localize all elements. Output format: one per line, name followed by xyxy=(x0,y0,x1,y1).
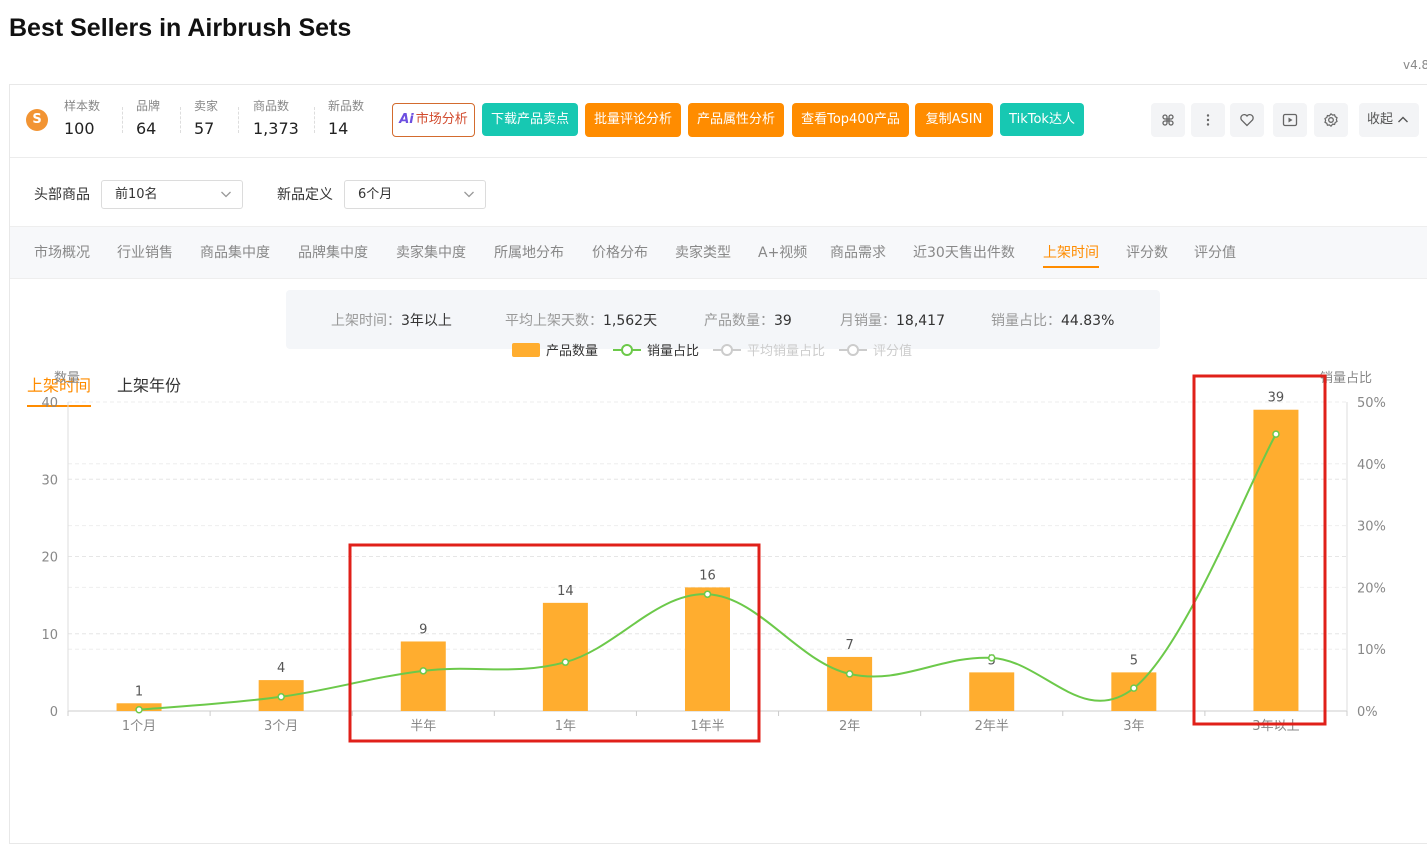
summary-key: 销量占比： xyxy=(991,313,1061,329)
tab-location-distribution[interactable]: 所属地分布 xyxy=(494,242,564,262)
download-selling-points-button[interactable]: 下载产品卖点 xyxy=(482,103,578,136)
ai-icon: Ai xyxy=(399,112,414,127)
tab-brand-concentration[interactable]: 品牌集中度 xyxy=(298,242,368,262)
chevron-down-icon xyxy=(221,191,231,198)
stat-label: 商品数 xyxy=(253,99,290,113)
head-products-select[interactable]: 前10名 xyxy=(101,180,243,209)
more-options-icon[interactable] xyxy=(1191,103,1225,137)
summary-value: 18,417 xyxy=(896,313,945,329)
summary-value: 39 xyxy=(774,313,792,329)
select-value: 6个月 xyxy=(358,187,393,202)
stat-samples: 样本数 100 xyxy=(64,97,100,138)
stat-value: 1,373 xyxy=(253,119,299,138)
divider xyxy=(314,107,315,133)
top400-products-button[interactable]: 查看Top400产品 xyxy=(792,103,909,137)
tab-product-concentration[interactable]: 商品集中度 xyxy=(200,242,270,262)
summary-value: 44.83% xyxy=(1061,313,1115,329)
stat-brands: 品牌 64 xyxy=(136,97,160,138)
new-product-def-select[interactable]: 6个月 xyxy=(344,180,486,209)
stat-value: 100 xyxy=(64,119,95,138)
tab-seller-type[interactable]: 卖家类型 xyxy=(675,242,731,262)
video-play-icon[interactable] xyxy=(1273,103,1307,137)
stat-value: 64 xyxy=(136,119,157,138)
chevron-down-icon xyxy=(464,191,474,198)
summary-key: 产品数量： xyxy=(704,313,774,329)
summary-key: 上架时间： xyxy=(331,313,401,329)
summary-box: 上架时间：3年以上 平均上架天数：1,562天 产品数量：39 月销量：18,4… xyxy=(286,290,1160,349)
stat-value: 14 xyxy=(328,119,349,138)
summary-key: 月销量： xyxy=(840,313,896,329)
subtab-listing-time[interactable]: 上架时间 xyxy=(27,372,92,407)
divider xyxy=(238,107,239,133)
stat-label: 卖家 xyxy=(194,99,219,113)
summary-value: 3年以上 xyxy=(401,313,452,329)
version-label: v4.8. xyxy=(1403,58,1427,72)
ai-market-analysis-button[interactable]: Ai 市场分析 xyxy=(392,103,475,137)
summary-value: 1,562天 xyxy=(603,313,658,329)
collapse-button[interactable]: 收起 xyxy=(1359,103,1419,137)
stat-label: 样本数 xyxy=(64,99,101,113)
settings-gear-icon[interactable] xyxy=(1314,103,1348,137)
favorite-heart-icon[interactable] xyxy=(1230,103,1264,137)
tab-price-distribution[interactable]: 价格分布 xyxy=(592,242,648,262)
tab-market-overview[interactable]: 市场概况 xyxy=(34,242,90,262)
page-title: Best Sellers in Airbrush Sets xyxy=(9,14,352,42)
attribute-analysis-button[interactable]: 产品属性分析 xyxy=(688,103,784,137)
batch-review-analysis-button[interactable]: 批量评论分析 xyxy=(585,103,681,137)
stat-products: 商品数 1,373 xyxy=(253,97,299,138)
stat-value: 57 xyxy=(194,119,215,138)
chevron-up-icon xyxy=(1398,116,1409,122)
tab-product-demand[interactable]: 商品需求 xyxy=(830,242,886,262)
new-product-def-label: 新品定义 xyxy=(277,187,333,203)
command-icon[interactable] xyxy=(1151,103,1185,137)
tab-30day-sold[interactable]: 近30天售出件数 xyxy=(913,242,1015,262)
tab-listing-time[interactable]: 上架时间 xyxy=(1043,242,1099,268)
stat-label: 品牌 xyxy=(136,99,161,113)
summary-product-count: 产品数量：39 xyxy=(704,310,792,330)
tab-industry-sales[interactable]: 行业销售 xyxy=(117,242,173,262)
stats-bar: S 样本数 100 品牌 64 卖家 57 商品数 1,373 新品数 14 A… xyxy=(10,85,1427,158)
tab-rating-count[interactable]: 评分数 xyxy=(1126,242,1168,262)
summary-sales-share: 销量占比：44.83% xyxy=(991,310,1114,330)
summary-avg-days: 平均上架天数：1,562天 xyxy=(505,310,657,330)
tiktok-influencer-button[interactable]: TikTok达人 xyxy=(1000,103,1084,136)
filter-bar: 头部商品 前10名 新品定义 6个月 xyxy=(10,158,1427,228)
divider xyxy=(122,107,123,133)
main-panel: S 样本数 100 品牌 64 卖家 57 商品数 1,373 新品数 14 A… xyxy=(9,84,1427,844)
summary-key: 平均上架天数： xyxy=(505,313,603,329)
tab-seller-concentration[interactable]: 卖家集中度 xyxy=(396,242,466,262)
button-label: 市场分析 xyxy=(415,112,468,127)
tab-aplus-video[interactable]: A+视频 xyxy=(758,242,807,262)
summary-listing-time: 上架时间：3年以上 xyxy=(331,310,452,330)
select-value: 前10名 xyxy=(115,187,158,202)
stat-sellers: 卖家 57 xyxy=(194,97,218,138)
divider xyxy=(180,107,181,133)
stat-label: 新品数 xyxy=(328,99,365,113)
summary-monthly-sales: 月销量：18,417 xyxy=(840,310,945,330)
analysis-tabs: 市场概况 行业销售 商品集中度 品牌集中度 卖家集中度 所属地分布 价格分布 卖… xyxy=(10,226,1427,279)
subtab-listing-year[interactable]: 上架年份 xyxy=(117,372,181,396)
tab-rating-value[interactable]: 评分值 xyxy=(1194,242,1236,262)
copy-asin-button[interactable]: 复制ASIN xyxy=(915,103,993,137)
stat-new-products: 新品数 14 xyxy=(328,97,364,138)
collapse-label: 收起 xyxy=(1367,112,1394,127)
brand-logo-icon: S xyxy=(26,109,48,131)
head-products-label: 头部商品 xyxy=(34,187,90,203)
